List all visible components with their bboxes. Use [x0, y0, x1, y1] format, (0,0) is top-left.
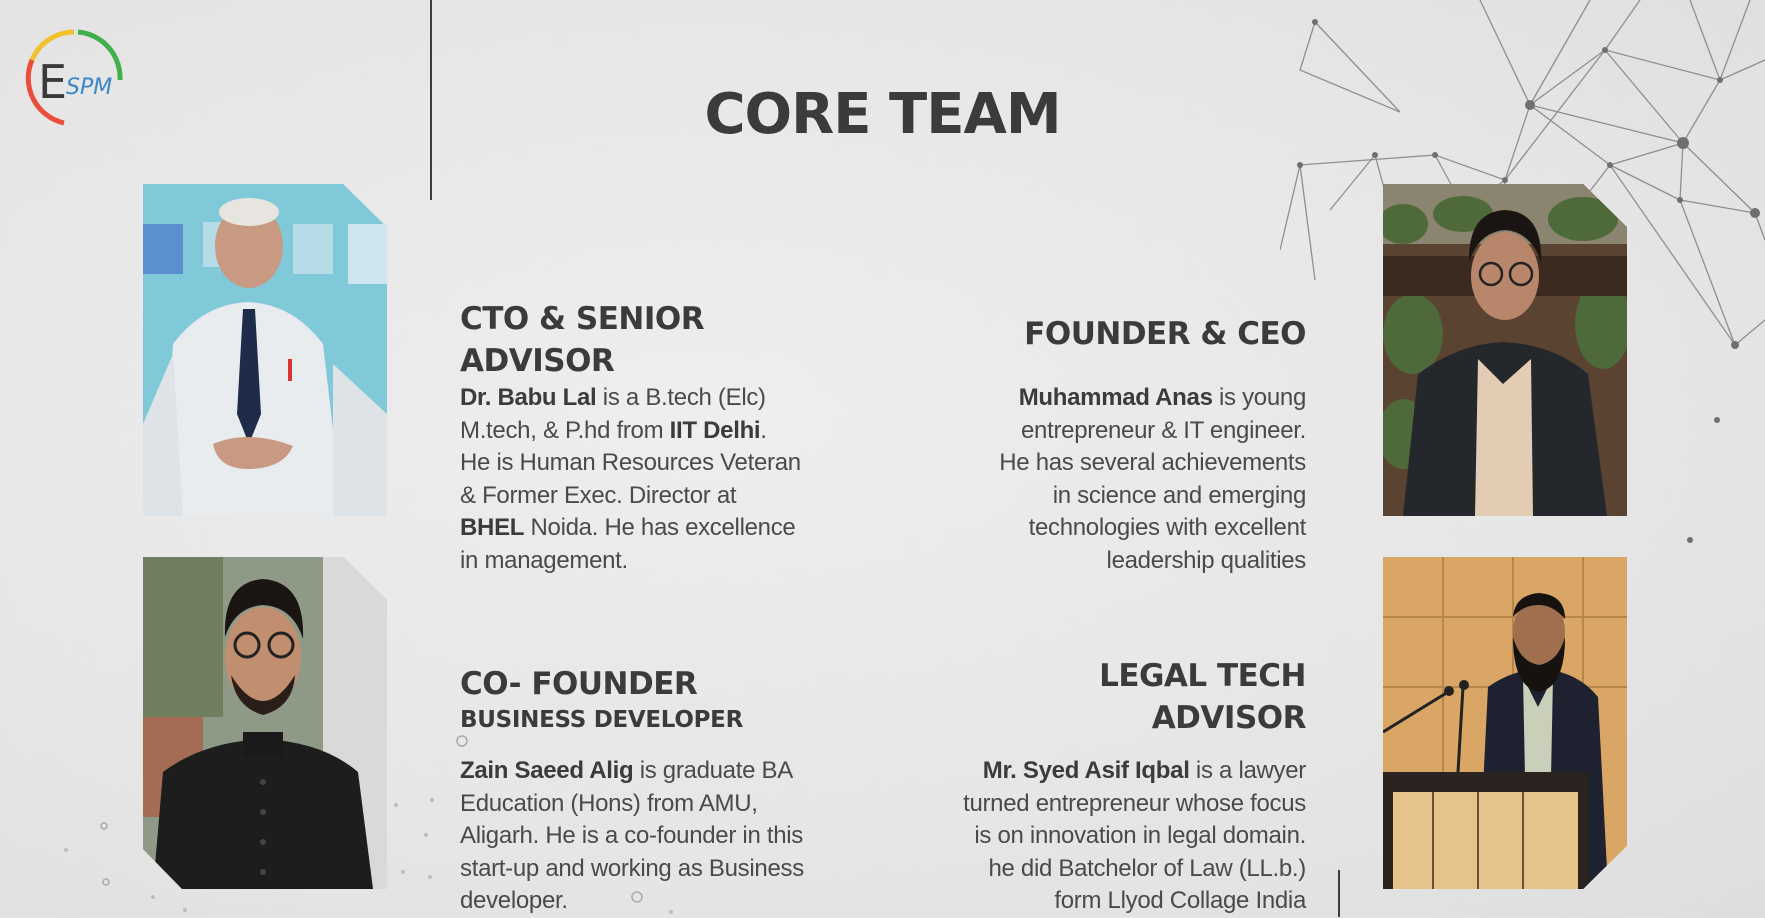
member-name: Zain Saeed Alig	[460, 757, 634, 784]
role-title: CTO & SENIOR	[460, 301, 705, 337]
bio-text: Muhammad Anas is young entrepreneur & IT…	[999, 384, 1306, 574]
divider-line-bottom	[1338, 870, 1340, 917]
role-title: FOUNDER & CEO	[1024, 316, 1306, 352]
photo-cofounder	[143, 557, 387, 889]
page-title: CORE TEAM	[704, 82, 1061, 147]
member-founder: FOUNDER & CEO Muhammad Anas is young ent…	[900, 313, 1306, 577]
bio-text: Mr. Syed Asif Iqbal is a lawyer turned e…	[963, 757, 1306, 914]
role-title: LEGAL TECH	[1099, 658, 1306, 694]
photo-founder	[1383, 184, 1627, 516]
role-title-line2: ADVISOR	[460, 343, 615, 379]
photo-cto	[143, 184, 387, 516]
member-name: Muhammad Anas	[1018, 384, 1213, 411]
member-cofounder: CO- FOUNDER BUSINESS DEVELOPER Zain Saee…	[460, 663, 860, 918]
member-legal-advisor: LEGAL TECH ADVISOR Mr. Syed Asif Iqbal i…	[900, 655, 1306, 918]
bio-text: Zain Saeed Alig is graduate BA Education…	[460, 757, 804, 914]
photo-legal-advisor	[1383, 557, 1627, 889]
member-cto: CTO & SENIOR ADVISOR Dr. Babu Lal is a B…	[460, 298, 860, 577]
bio-text: Dr. Babu Lal is a B.tech (Elc) M.tech, &…	[460, 384, 801, 574]
role-title: CO- FOUNDER	[460, 666, 698, 702]
member-name: Dr. Babu Lal	[460, 384, 597, 411]
member-name: Mr. Syed Asif Iqbal	[982, 757, 1190, 784]
role-title-line2: ADVISOR	[1151, 700, 1307, 736]
role-subtitle: BUSINESS DEVELOPER	[460, 707, 743, 733]
